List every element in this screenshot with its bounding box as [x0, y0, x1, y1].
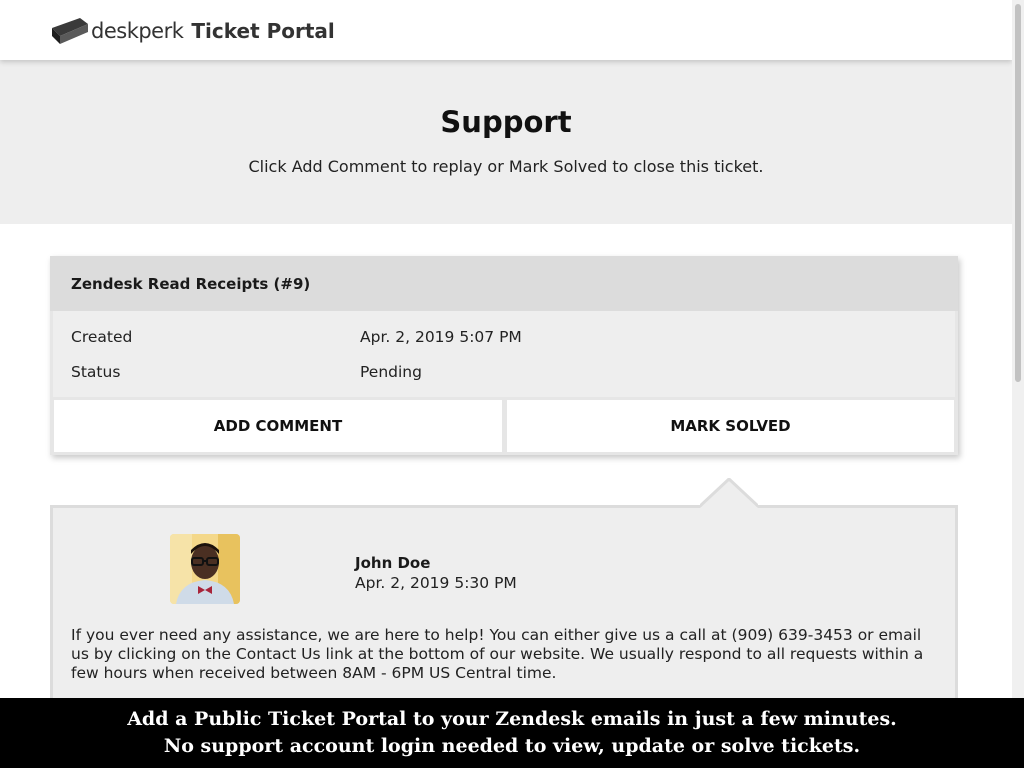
brand-name: deskperk: [91, 19, 184, 43]
comment-author: John Doe: [355, 554, 431, 572]
hero-section: Support Click Add Comment to replay or M…: [0, 60, 1012, 224]
add-comment-button[interactable]: ADD COMMENT: [54, 400, 502, 452]
status-label: Status: [71, 363, 121, 381]
page-title: Support: [440, 105, 572, 139]
ticket-details: Created Apr. 2, 2019 5:07 PM Status Pend…: [53, 311, 955, 397]
comment-pointer: [700, 478, 758, 508]
created-label: Created: [71, 328, 133, 346]
ticket-card: Zendesk Read Receipts (#9) Created Apr. …: [50, 256, 958, 455]
comment-date: Apr. 2, 2019 5:30 PM: [355, 574, 517, 592]
ticket-portal-page: deskperk Ticket Portal Support Click Add…: [0, 0, 1024, 768]
ticket-title: Zendesk Read Receipts (#9): [71, 275, 311, 293]
ticket-header: Zendesk Read Receipts (#9): [50, 256, 958, 311]
banner-line-2: No support account login needed to view,…: [163, 735, 861, 757]
status-value: Pending: [360, 363, 422, 381]
user-avatar-icon: [170, 534, 240, 604]
logo[interactable]: deskperk Ticket Portal: [50, 16, 335, 46]
mark-solved-button[interactable]: MARK SOLVED: [507, 400, 954, 452]
created-value: Apr. 2, 2019 5:07 PM: [360, 328, 522, 346]
page-scrollbar[interactable]: [1012, 0, 1024, 768]
comment-card: John Doe Apr. 2, 2019 5:30 PM If you eve…: [50, 505, 958, 705]
deskperk-logo-icon: [52, 18, 88, 44]
scrollbar-thumb[interactable]: [1015, 4, 1021, 382]
top-header: deskperk Ticket Portal: [0, 0, 1012, 60]
comment-body: If you ever need any assistance, we are …: [71, 626, 924, 682]
page-subtitle: Click Add Comment to replay or Mark Solv…: [248, 157, 764, 176]
banner-line-1: Add a Public Ticket Portal to your Zende…: [127, 708, 897, 730]
avatar: [170, 534, 240, 604]
portal-title: Ticket Portal: [191, 19, 335, 43]
promo-caption-banner: Add a Public Ticket Portal to your Zende…: [0, 698, 1024, 768]
